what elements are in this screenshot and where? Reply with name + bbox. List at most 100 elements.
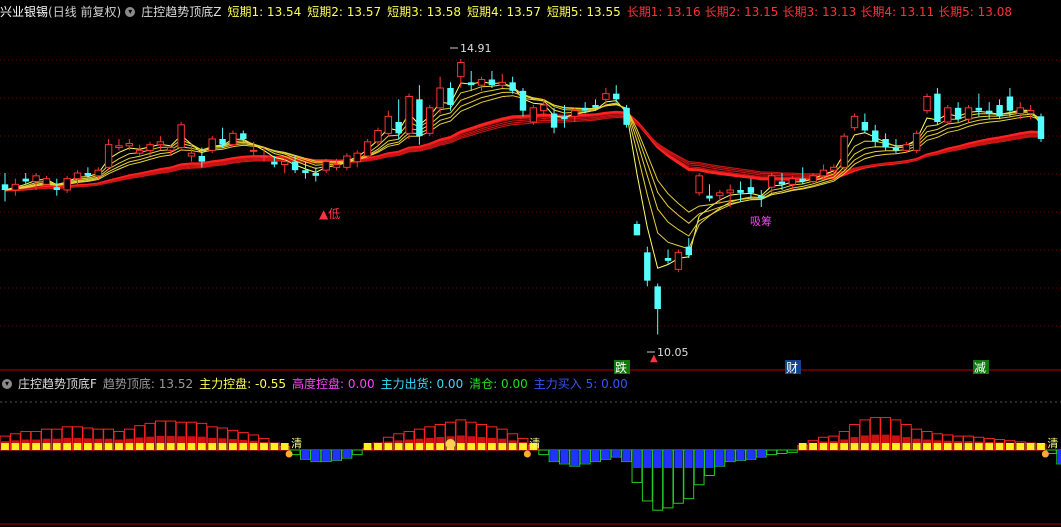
main-buy-bar xyxy=(581,450,590,464)
main-control-bar xyxy=(850,443,859,450)
candle-body xyxy=(94,169,102,177)
candle-body xyxy=(167,147,175,151)
main-buy-bar xyxy=(332,450,341,461)
candle-body xyxy=(1016,107,1024,115)
clear-marker-icon xyxy=(523,450,531,458)
candle-body xyxy=(912,132,921,151)
main-control-bar xyxy=(42,443,51,450)
candle-body xyxy=(509,82,516,91)
pink-signal: 吸筹 xyxy=(750,214,772,228)
main-control-bar xyxy=(83,443,92,450)
main-control-bar xyxy=(125,443,134,450)
main-buy-bar xyxy=(664,450,672,468)
main-control-bar xyxy=(881,443,890,450)
main-control-bar xyxy=(954,443,963,450)
candle-body xyxy=(135,149,144,154)
candle-body xyxy=(654,286,661,309)
main-control-bar xyxy=(964,443,973,450)
candle-body xyxy=(11,183,20,191)
main-control-bar xyxy=(943,443,952,450)
candle-body xyxy=(892,147,900,151)
candle-body xyxy=(561,116,568,120)
candle-body xyxy=(229,132,237,146)
candle-body xyxy=(850,115,859,129)
candle-body xyxy=(177,124,185,149)
main-control-bar xyxy=(456,443,465,450)
candle-body xyxy=(788,178,797,185)
candle-body xyxy=(467,82,475,86)
candle-body xyxy=(840,135,848,168)
clear-marker-icon xyxy=(285,450,293,458)
candle-body xyxy=(302,170,309,173)
candle-body xyxy=(53,187,61,190)
candle-body xyxy=(882,139,889,148)
candle-body xyxy=(436,87,444,109)
main-control-bar xyxy=(1016,443,1025,450)
candle-body xyxy=(861,122,869,131)
main-buy-bar xyxy=(633,450,641,468)
candle-body xyxy=(819,169,828,177)
low-signal: ▲低 xyxy=(319,207,340,221)
clear-marker-icon xyxy=(1041,450,1049,458)
main-control-bar xyxy=(1037,443,1045,450)
main-buy-bar xyxy=(301,450,310,460)
main-buy-bar xyxy=(695,450,704,468)
clear-marker: 清 xyxy=(529,437,540,450)
candle-body xyxy=(457,62,465,78)
main-control-bar xyxy=(270,443,279,450)
sub-bar-negative xyxy=(766,449,778,456)
candle-body xyxy=(322,161,330,171)
candle-body xyxy=(644,252,651,281)
candlesticks xyxy=(1,59,1045,335)
candle-body xyxy=(332,164,341,168)
candle-body xyxy=(73,172,82,180)
candle-body xyxy=(271,161,278,165)
candle-body xyxy=(1,184,9,190)
main-control-bar xyxy=(218,443,227,450)
main-buy-bar xyxy=(550,450,559,462)
candle-body xyxy=(104,144,113,168)
candle-body xyxy=(747,187,755,193)
main-control-bar xyxy=(104,443,113,450)
main-buy-bar xyxy=(342,450,351,459)
main-control-bar xyxy=(995,443,1004,450)
main-control-bar xyxy=(115,443,123,450)
main-control-bar xyxy=(156,443,165,450)
candle-body xyxy=(726,189,734,194)
candle-body xyxy=(996,105,1003,117)
long-term-ma-line xyxy=(4,114,1042,191)
candle-body xyxy=(208,138,216,151)
main-control-bar xyxy=(73,443,82,450)
candle-body xyxy=(934,93,941,122)
candle-body xyxy=(363,141,372,157)
low-signal-arrow-icon: ▲ xyxy=(650,353,658,364)
main-buy-bar xyxy=(622,450,631,462)
candle-body xyxy=(312,173,320,176)
main-control-bar xyxy=(1005,443,1014,450)
main-buy-bar xyxy=(726,450,735,462)
candle-body xyxy=(664,258,672,261)
long-term-ma-line xyxy=(4,112,1042,191)
candle-body xyxy=(571,110,579,117)
candle-body xyxy=(695,175,703,194)
candle-body xyxy=(198,156,206,162)
candle-body xyxy=(830,166,838,171)
candle-body xyxy=(498,81,506,86)
main-control-bar xyxy=(394,443,403,450)
main-control-bar xyxy=(974,443,983,450)
candle-body xyxy=(291,161,299,171)
main-control-bar xyxy=(498,443,507,450)
main-control-bar xyxy=(187,443,196,450)
main-control-bar xyxy=(798,443,807,450)
main-control-bar xyxy=(94,443,103,450)
candle-body xyxy=(219,139,226,145)
main-control-bar xyxy=(425,443,434,450)
main-control-bar xyxy=(840,443,849,450)
finance-tag-label: 财 xyxy=(786,361,798,375)
main-buy-bar xyxy=(322,450,331,462)
candle-body xyxy=(343,155,351,168)
chart-canvas[interactable]: 14.91 10.05 ▲低 ▲ 吸筹 跌 财 减 清 清 清 xyxy=(0,0,1061,527)
main-control-bar xyxy=(819,443,828,450)
candle-body xyxy=(249,149,258,152)
candle-body xyxy=(519,90,527,111)
